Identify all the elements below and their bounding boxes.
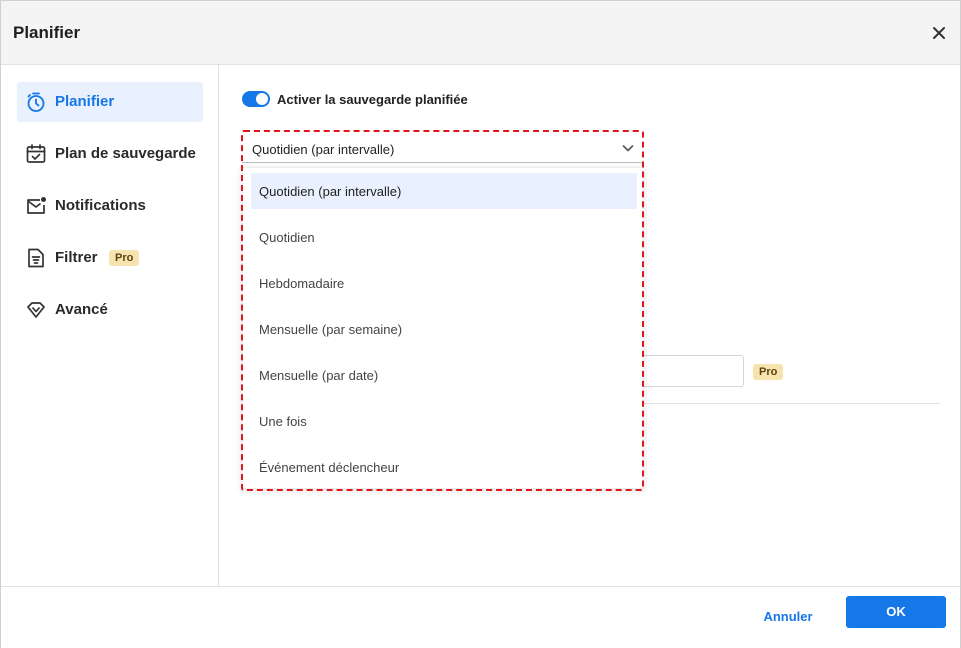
mail-notification-icon bbox=[27, 197, 46, 214]
dropdown-option[interactable]: Une fois bbox=[251, 403, 637, 439]
sidebar-item-label: Notifications bbox=[55, 197, 146, 214]
schedule-dialog: Planifier Planifier Plan de sauvegarde N… bbox=[0, 0, 961, 648]
sidebar-item-label: Filtrer bbox=[55, 249, 98, 266]
dialog-footer: Annuler OK bbox=[1, 586, 960, 648]
time-input[interactable] bbox=[640, 355, 744, 387]
sidebar-item-label: Avancé bbox=[55, 301, 108, 318]
diamond-icon bbox=[27, 302, 45, 318]
filter-document-icon bbox=[28, 248, 44, 268]
dropdown-option-label: Hebdomadaire bbox=[259, 276, 345, 291]
sidebar-item-notifications[interactable]: Notifications bbox=[17, 186, 203, 226]
frequency-dropdown-list: Quotidien (par intervalle) Quotidien Heb… bbox=[242, 167, 644, 489]
calendar-check-icon bbox=[26, 144, 46, 163]
dropdown-option[interactable]: Mensuelle (par date) bbox=[251, 357, 637, 393]
main-content: Activer la sauvegarde planifiée Pro Quot… bbox=[220, 65, 960, 586]
pro-badge: Pro bbox=[753, 364, 784, 380]
dropdown-option-label: Événement déclencheur bbox=[259, 460, 400, 475]
chevron-down-icon bbox=[622, 145, 634, 152]
sidebar-item-planifier[interactable]: Planifier bbox=[17, 82, 203, 122]
dropdown-option-label: Une fois bbox=[259, 414, 307, 429]
dropdown-option[interactable]: Quotidien bbox=[251, 219, 637, 255]
divider bbox=[640, 403, 940, 404]
toggle-knob bbox=[256, 93, 268, 105]
sidebar: Planifier Plan de sauvegarde Notificatio… bbox=[1, 65, 219, 586]
dropdown-option[interactable]: Hebdomadaire bbox=[251, 265, 637, 301]
sidebar-item-filtrer[interactable]: Filtrer Pro bbox=[17, 238, 203, 278]
sidebar-item-avance[interactable]: Avancé bbox=[17, 290, 203, 330]
enable-schedule-toggle[interactable] bbox=[242, 91, 270, 107]
sidebar-item-label: Plan de sauvegarde bbox=[55, 145, 196, 162]
frequency-select-value: Quotidien (par intervalle) bbox=[252, 142, 395, 157]
dropdown-option-label: Quotidien bbox=[259, 230, 315, 245]
close-button[interactable] bbox=[927, 21, 951, 45]
dropdown-option[interactable]: Événement déclencheur bbox=[251, 449, 637, 485]
pro-badge: Pro bbox=[109, 250, 140, 266]
ok-button[interactable]: OK bbox=[846, 596, 946, 628]
frequency-select[interactable]: Quotidien (par intervalle) bbox=[242, 133, 644, 163]
close-icon bbox=[933, 27, 945, 39]
dropdown-option[interactable]: Quotidien (par intervalle) bbox=[251, 173, 637, 209]
dropdown-option[interactable]: Mensuelle (par semaine) bbox=[251, 311, 637, 347]
cancel-button[interactable]: Annuler bbox=[751, 604, 825, 630]
title-bar: Planifier bbox=[1, 1, 960, 65]
timer-icon bbox=[27, 92, 45, 112]
dropdown-option-label: Quotidien (par intervalle) bbox=[259, 184, 402, 199]
sidebar-item-label: Planifier bbox=[55, 93, 115, 110]
enable-schedule-label: Activer la sauvegarde planifiée bbox=[277, 92, 468, 107]
dialog-title: Planifier bbox=[13, 23, 81, 42]
sidebar-item-plan-de-sauvegarde[interactable]: Plan de sauvegarde bbox=[17, 134, 203, 174]
dropdown-option-label: Mensuelle (par semaine) bbox=[259, 322, 403, 337]
dropdown-option-label: Mensuelle (par date) bbox=[259, 368, 379, 383]
